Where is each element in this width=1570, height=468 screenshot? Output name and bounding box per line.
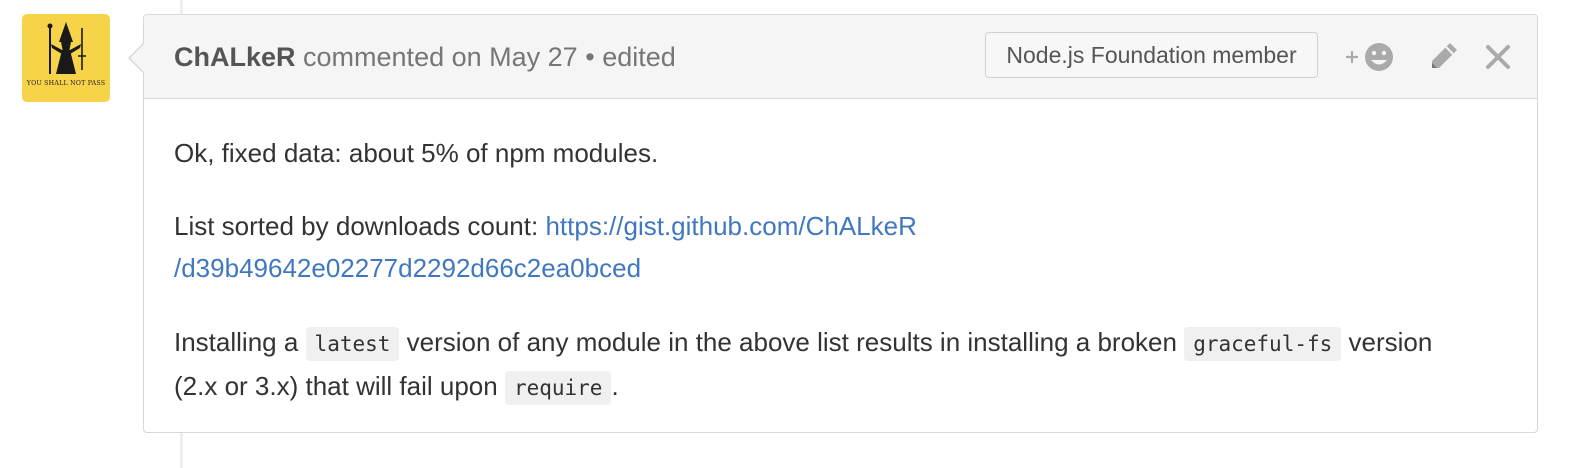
edited-dropdown[interactable]: edited: [602, 42, 676, 72]
explanation-text-2: version of any module in the above list …: [406, 327, 1177, 357]
explanation-text-4: .: [611, 371, 619, 401]
add-reaction-smiley-icon: [1346, 43, 1393, 71]
explanation-text-1: Installing a: [174, 327, 299, 357]
avatar-caption: YOU SHALL NOT PASS: [26, 80, 106, 87]
separator: •: [585, 42, 595, 72]
code-graceful-fs: graceful-fs: [1184, 327, 1342, 361]
timeline-comment-container: YOU SHALL NOT PASS ChALkeR commented on …: [0, 0, 1570, 468]
comment-caret-fill: [130, 43, 145, 73]
comment-header-text: ChALkeR commented on May 27 • edited: [174, 41, 676, 73]
wizard-avatar-image: [47, 22, 86, 74]
edit-button[interactable]: [1428, 39, 1460, 75]
paragraph-summary: Ok, fixed data: about 5% of npm modules.: [174, 138, 659, 168]
code-require: require: [504, 371, 612, 405]
gist-intro-text: List sorted by downloads count:: [174, 211, 539, 241]
delete-button[interactable]: [1484, 39, 1512, 75]
paragraph-gist-link: List sorted by downloads count: https://…: [174, 205, 1477, 289]
code-latest: latest: [305, 327, 400, 361]
comment-box: ChALkeR commented on May 27 • edited Nod…: [128, 14, 1538, 433]
pencil-icon: [1432, 43, 1457, 68]
author-link[interactable]: ChALkeR: [174, 42, 296, 72]
paragraph-explanation: Installing a latest version of any modul…: [174, 321, 1477, 409]
timestamp-link[interactable]: May 27: [489, 42, 578, 72]
action-text: commented on: [303, 42, 482, 72]
gist-link-line2: /d39b49642e02277d2292d66c2ea0bced: [174, 253, 642, 283]
avatar[interactable]: YOU SHALL NOT PASS: [22, 14, 110, 102]
member-badge: Node.js Foundation member: [985, 32, 1318, 78]
add-reaction-button[interactable]: [1344, 39, 1406, 75]
gist-link-line1: https://gist.github.com/ChALkeR: [545, 211, 917, 241]
close-icon: [1486, 45, 1510, 69]
comment-header: ChALkeR commented on May 27 • edited Nod…: [144, 15, 1537, 99]
comment-body: Ok, fixed data: about 5% of npm modules.…: [174, 99, 1477, 409]
